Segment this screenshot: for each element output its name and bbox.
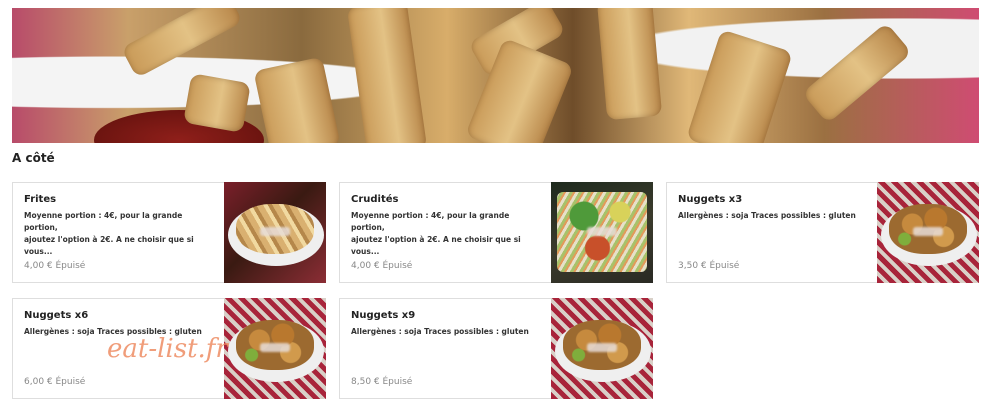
product-description: Allergènes : soja Traces possibles : glu…: [351, 327, 529, 336]
product-image: [551, 182, 653, 283]
product-image: [224, 298, 326, 399]
product-card-nuggets-x9[interactable]: Nuggets x9 Allergènes : soja Traces poss…: [339, 298, 653, 399]
product-name: Nuggets x3: [678, 194, 743, 205]
fry-shape: [253, 56, 341, 143]
product-image: [551, 298, 653, 399]
product-price-status: 8,50 € Épuisé: [351, 377, 413, 387]
product-card-crudites[interactable]: Crudités Moyenne portion : 4€, pour la g…: [339, 182, 653, 283]
product-description: Moyenne portion : 4€, pour la grande por…: [24, 211, 194, 256]
blurred-label: [913, 227, 943, 236]
blurred-label: [260, 227, 290, 236]
product-card-nuggets-x3[interactable]: Nuggets x3 Allergènes : soja Traces poss…: [666, 182, 979, 283]
product-description: Moyenne portion : 4€, pour la grande por…: [351, 211, 521, 256]
product-price-status: 4,00 € Épuisé: [351, 261, 413, 271]
product-description: Allergènes : soja Traces possibles : glu…: [678, 211, 856, 220]
product-name: Crudités: [351, 194, 399, 205]
section-title: A côté: [12, 151, 55, 165]
product-card-frites[interactable]: Frites Moyenne portion : 4€, pour la gra…: [12, 182, 326, 283]
watermark: eat-list.fr: [107, 334, 228, 364]
fry-shape: [596, 8, 663, 121]
hero-banner-image: [12, 8, 979, 143]
product-image: [224, 182, 326, 283]
product-name: Nuggets x9: [351, 310, 416, 321]
product-price-status: 6,00 € Épuisé: [24, 377, 86, 387]
blurred-label: [260, 343, 290, 352]
fry-shape: [346, 8, 428, 143]
fry-shape: [802, 22, 912, 124]
product-price-status: 3,50 € Épuisé: [678, 261, 740, 271]
product-name: Nuggets x6: [24, 310, 89, 321]
product-price-status: 4,00 € Épuisé: [24, 261, 86, 271]
fry-shape: [183, 73, 251, 133]
fry-shape: [686, 29, 793, 143]
blurred-label: [587, 343, 617, 352]
product-image: [877, 182, 979, 283]
blurred-label: [587, 227, 617, 236]
fry-shape: [121, 8, 243, 79]
product-name: Frites: [24, 194, 57, 205]
